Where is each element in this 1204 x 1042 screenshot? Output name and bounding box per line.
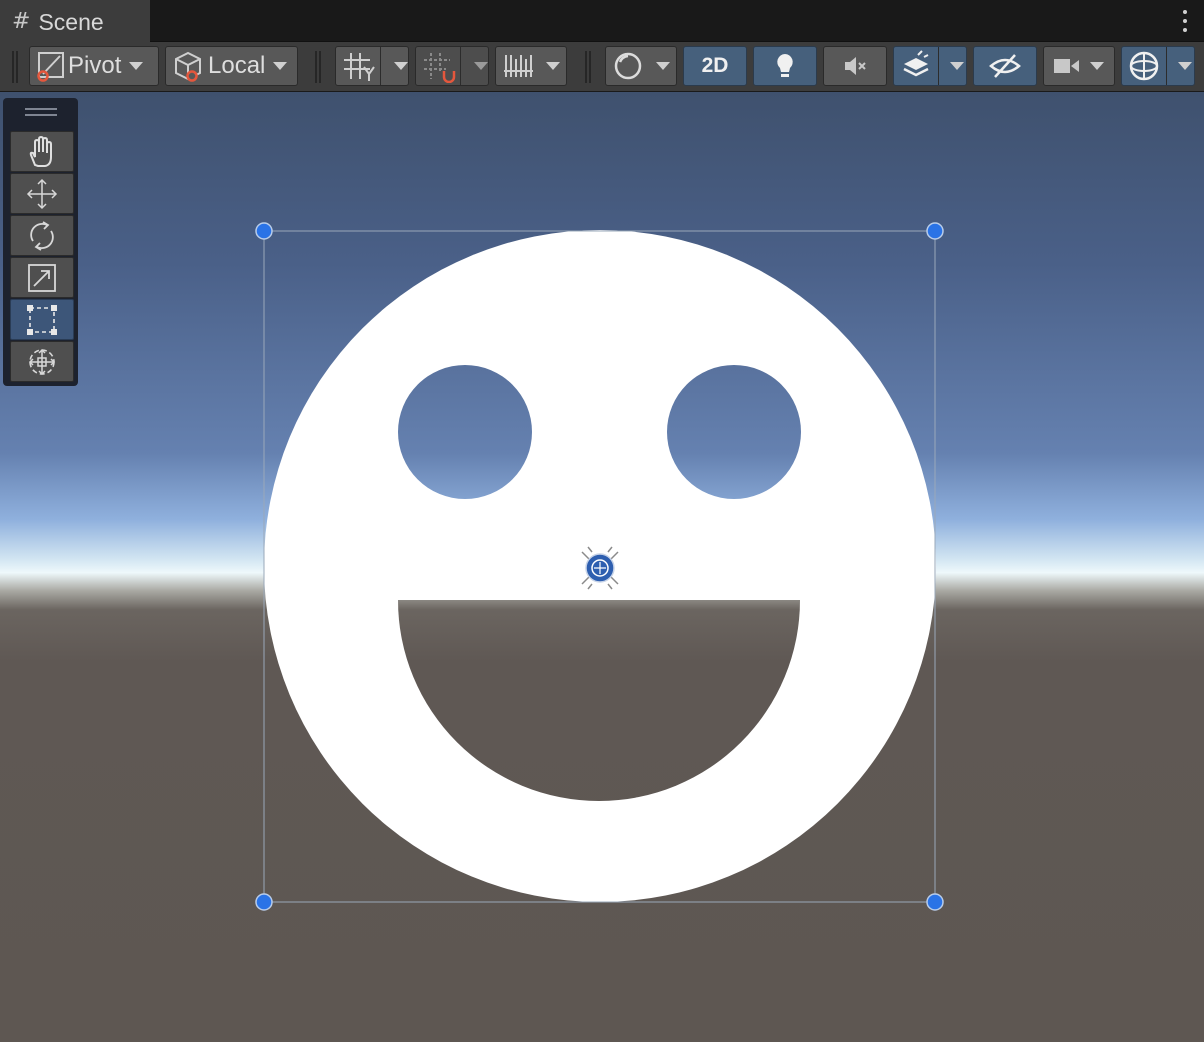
lighting-icon [777,54,793,77]
scene-tab-icon: # [12,9,31,34]
tools-grip[interactable] [25,108,57,116]
hidden-objects-icon [989,54,1021,78]
lighting-toggle[interactable] [753,46,817,86]
increment-snap-button[interactable] [495,46,567,86]
rect-handle-top-right[interactable] [926,222,944,240]
tools-overlay [3,98,78,386]
tab-bar: # Scene [0,0,1204,42]
audio-mute-icon [845,57,866,75]
rect-transform-icon [27,304,57,335]
chevron-down-icon [273,62,288,70]
pivot-icon [37,52,64,82]
effects-button[interactable] [893,46,967,86]
snap-icon [424,53,456,83]
scale-icon [28,263,56,292]
kebab-menu-icon[interactable] [1182,10,1188,32]
chevron-down-icon [950,62,964,70]
grid-icon [344,53,375,81]
tab-scene-label: Scene [38,8,104,35]
scene-toolbar: Pivot Local 2D [0,42,1204,92]
rect-handle-top-left[interactable] [255,222,273,240]
grid-visibility-button[interactable] [335,46,409,86]
grid-snap-button[interactable] [415,46,489,86]
camera-settings-button[interactable] [1043,46,1115,86]
chevron-down-icon [546,62,560,70]
toolbar-grip[interactable] [315,51,321,83]
move-tool-button[interactable] [10,173,74,214]
pivot-button[interactable]: Pivot [29,46,159,86]
chevron-down-icon [656,62,670,70]
scene-viewport[interactable] [0,92,1204,1042]
pivot-label: Pivot [68,52,122,79]
tab-scene[interactable]: # Scene [0,0,150,42]
rect-handle-bottom-left[interactable] [255,893,273,911]
camera-icon [1054,59,1079,73]
gizmos-button[interactable] [1121,46,1195,86]
2d-mode-toggle[interactable]: 2D [683,46,747,86]
transform-tool-button[interactable] [10,341,74,382]
increment-snap-icon [504,55,533,77]
chevron-down-icon [474,62,488,70]
rect-tool-button[interactable] [10,299,74,340]
shading-mode-button[interactable] [605,46,677,86]
transform-icon [28,348,56,375]
chevron-down-icon [1178,62,1192,70]
audio-toggle[interactable] [823,46,887,86]
gizmos-icon [1129,51,1159,81]
move-icon [26,178,58,209]
effects-icon [903,50,929,77]
hidden-objects-toggle[interactable] [973,46,1037,86]
toolbar-grip[interactable] [585,51,591,83]
rotate-tool-button[interactable] [10,215,74,256]
shading-mode-icon [614,52,642,80]
local-space-icon [175,51,201,82]
chevron-down-icon [394,62,408,70]
2d-mode-label: 2D [701,54,729,77]
hand-icon [29,135,52,167]
hand-tool-button[interactable] [10,131,74,172]
scale-tool-button[interactable] [10,257,74,298]
chevron-down-icon [1090,62,1104,70]
local-label: Local [208,52,266,79]
local-button[interactable]: Local [165,46,298,86]
chevron-down-icon [129,62,144,70]
toolbar-grip[interactable] [12,51,18,83]
rect-handle-bottom-right[interactable] [926,893,944,911]
scene-canvas[interactable] [0,92,1204,1042]
rotate-icon [30,220,54,251]
